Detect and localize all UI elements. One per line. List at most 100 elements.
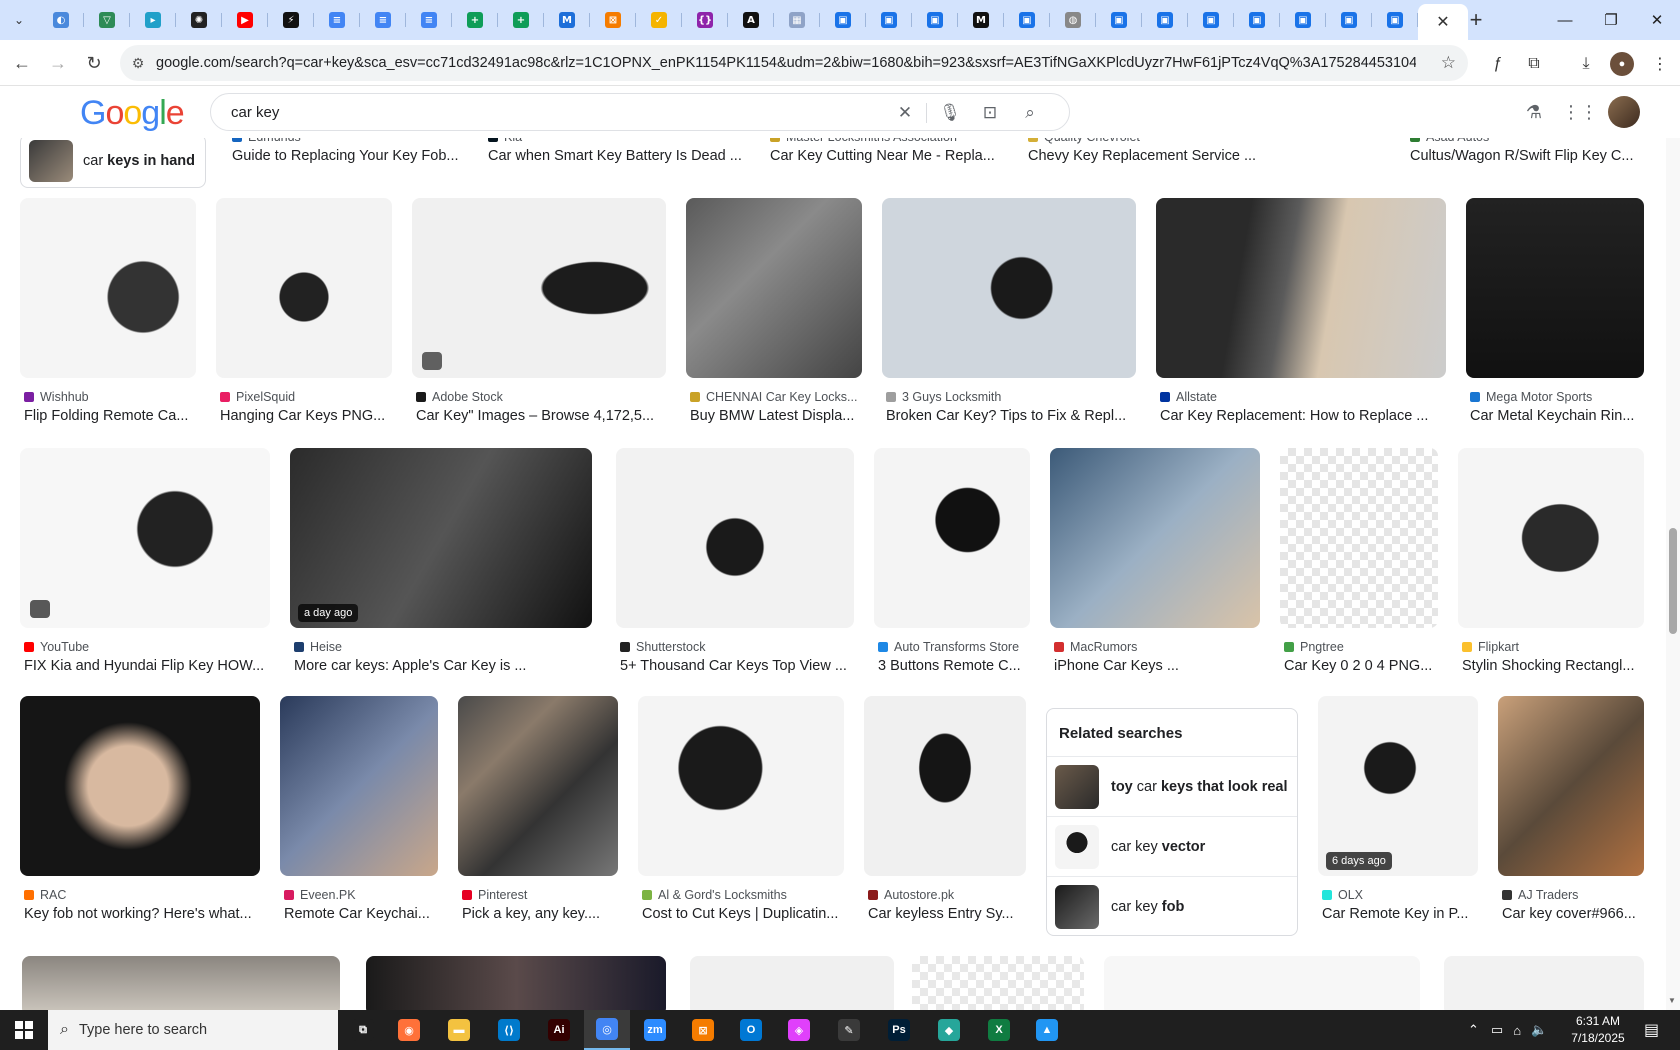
taskbar-pen-tool[interactable]: ✎	[826, 1010, 872, 1050]
result-title[interactable]: Flip Folding Remote Ca...	[24, 408, 196, 424]
browser-tab[interactable]: ▣	[1326, 4, 1372, 36]
browser-tab[interactable]: {}	[682, 4, 728, 36]
browser-tab[interactable]: ▣	[1188, 4, 1234, 36]
result-thumbnail[interactable]	[882, 198, 1136, 378]
result-thumbnail[interactable]	[1280, 448, 1438, 628]
maximize-button[interactable]: ❐	[1588, 0, 1634, 40]
result-thumbnail[interactable]: 6 days ago	[1318, 696, 1478, 876]
result-source[interactable]: Wishhub	[24, 390, 89, 404]
result-title[interactable]: Chevy Key Replacement Service ...	[1028, 148, 1364, 164]
bookmark-star-icon[interactable]: ☆	[1441, 53, 1456, 73]
result-source[interactable]: 3 Guys Locksmith	[886, 390, 1001, 404]
result-source[interactable]: Al & Gord's Locksmiths	[642, 888, 787, 902]
search-icon[interactable]: ⌕	[1019, 102, 1041, 124]
battery-icon[interactable]: ▭	[1491, 1022, 1503, 1038]
taskbar-file-explorer[interactable]: ▬	[436, 1010, 482, 1050]
browser-tab[interactable]: ▣	[912, 4, 958, 36]
browser-tab[interactable]: A	[728, 4, 774, 36]
result-source[interactable]: Edmunds	[232, 138, 301, 144]
browser-tab[interactable]: M	[544, 4, 590, 36]
apps-grid-icon[interactable]: ⋮⋮	[1562, 100, 1598, 124]
result-thumbnail[interactable]	[20, 198, 196, 378]
result-thumbnail[interactable]	[1444, 956, 1644, 1010]
url-text[interactable]: google.com/search?q=car+key&sca_esv=cc71…	[156, 55, 1416, 71]
taskbar-illustrator[interactable]: Ai	[536, 1010, 582, 1050]
result-source[interactable]: Autostore.pk	[868, 888, 954, 902]
labs-flask-icon[interactable]: ⚗	[1522, 100, 1546, 124]
taskbar-vscode[interactable]: ⟨⟩	[486, 1010, 532, 1050]
result-thumbnail[interactable]	[912, 956, 1084, 1010]
result-title[interactable]: More car keys: Apple's Car Key is ...	[294, 658, 592, 674]
site-info-icon[interactable]: ⚙	[120, 55, 156, 72]
browser-tab[interactable]: ≡	[314, 4, 360, 36]
browser-tab[interactable]: ▸	[130, 4, 176, 36]
result-title[interactable]: Stylin Shocking Rectangl...	[1462, 658, 1644, 674]
account-avatar[interactable]	[1608, 96, 1640, 128]
result-title[interactable]: Car Remote Key in P...	[1322, 906, 1478, 922]
result-title[interactable]: Buy BMW Latest Displa...	[690, 408, 862, 424]
scroll-thumb[interactable]	[1669, 528, 1677, 634]
browser-tab[interactable]: ⊠	[590, 4, 636, 36]
new-tab-button[interactable]: +	[1462, 6, 1490, 34]
browser-tab[interactable]: ≡	[406, 4, 452, 36]
result-source[interactable]: Pngtree	[1284, 640, 1344, 654]
menu-kebab-icon[interactable]: ⋮	[1648, 52, 1672, 76]
extensions-puzzle-icon[interactable]: ⧉	[1522, 52, 1546, 76]
clock[interactable]: 6:31 AM 7/18/2025	[1560, 1013, 1636, 1047]
notifications-icon[interactable]: ▤	[1644, 1010, 1659, 1050]
search-input[interactable]	[231, 103, 891, 121]
related-search-item[interactable]: car key vector	[1047, 817, 1297, 877]
browser-tab[interactable]: ✓	[636, 4, 682, 36]
clear-icon[interactable]: ✕	[894, 102, 916, 124]
result-thumbnail[interactable]	[22, 956, 340, 1010]
result-thumbnail[interactable]	[1156, 198, 1446, 378]
browser-tab[interactable]: ≡	[360, 4, 406, 36]
taskbar-excel[interactable]: X	[976, 1010, 1022, 1050]
result-source[interactable]: Quality Chevrolet	[1028, 138, 1140, 144]
result-title[interactable]: Car Key" Images – Browse 4,172,5...	[416, 408, 666, 424]
related-chip-keys-in-hand[interactable]: car keys in hand	[20, 138, 206, 188]
microphone-icon[interactable]: 🎙	[939, 102, 961, 124]
result-source[interactable]: Asad Autos	[1410, 138, 1489, 144]
browser-tab[interactable]: +	[498, 4, 544, 36]
result-title[interactable]: Hanging Car Keys PNG...	[220, 408, 392, 424]
result-source[interactable]: Heise	[294, 640, 342, 654]
volume-icon[interactable]: 🔈	[1531, 1022, 1547, 1038]
taskbar-firefox[interactable]: ◉	[386, 1010, 432, 1050]
result-thumbnail[interactable]	[20, 448, 270, 628]
result-title[interactable]: Car when Smart Key Battery Is Dead ...	[488, 148, 748, 164]
result-title[interactable]: Cost to Cut Keys | Duplicatin...	[642, 906, 844, 922]
result-thumbnail[interactable]	[616, 448, 854, 628]
page-scrollbar[interactable]: ▲ ▼	[1666, 86, 1680, 1010]
result-thumbnail[interactable]	[458, 696, 618, 876]
result-thumbnail[interactable]: a day ago	[290, 448, 592, 628]
google-logo[interactable]: Google	[80, 94, 185, 133]
result-thumbnail[interactable]	[1458, 448, 1644, 628]
result-thumbnail[interactable]	[874, 448, 1030, 628]
browser-tab[interactable]: ▣	[1372, 4, 1418, 36]
result-source[interactable]: AJ Traders	[1502, 888, 1578, 902]
profile-avatar[interactable]: ●	[1610, 52, 1634, 76]
address-bar[interactable]: ⚙ google.com/search?q=car+key&sca_esv=cc…	[120, 45, 1468, 81]
result-title[interactable]: FIX Kia and Hyundai Flip Key HOW...	[24, 658, 270, 674]
lens-icon[interactable]: ⊡	[979, 102, 1001, 124]
result-source[interactable]: OLX	[1322, 888, 1363, 902]
close-window-button[interactable]: ✕	[1634, 0, 1680, 40]
result-source[interactable]: Kia	[488, 138, 522, 144]
result-source[interactable]: YouTube	[24, 640, 89, 654]
result-thumbnail[interactable]	[366, 956, 666, 1010]
result-source[interactable]: Eveen.PK	[284, 888, 356, 902]
result-source[interactable]: CHENNAI Car Key Locks...	[690, 390, 857, 404]
taskbar-task-view[interactable]: ⧉	[340, 1010, 386, 1050]
result-title[interactable]: Key fob not working? Here's what...	[24, 906, 260, 922]
taskbar-zoom[interactable]: zm	[632, 1010, 678, 1050]
taskbar-app-orange[interactable]: ⊠	[680, 1010, 726, 1050]
browser-tab[interactable]: ▣	[1096, 4, 1142, 36]
result-title[interactable]: Remote Car Keychai...	[284, 906, 438, 922]
browser-tab[interactable]: ▣	[1142, 4, 1188, 36]
taskbar-photos[interactable]: ▲	[1024, 1010, 1070, 1050]
result-title[interactable]: Car key cover#966...	[1502, 906, 1644, 922]
taskbar-photoshop[interactable]: Ps	[876, 1010, 922, 1050]
result-title[interactable]: Car Key Replacement: How to Replace ...	[1160, 408, 1446, 424]
result-title[interactable]: 3 Buttons Remote C...	[878, 658, 1030, 674]
